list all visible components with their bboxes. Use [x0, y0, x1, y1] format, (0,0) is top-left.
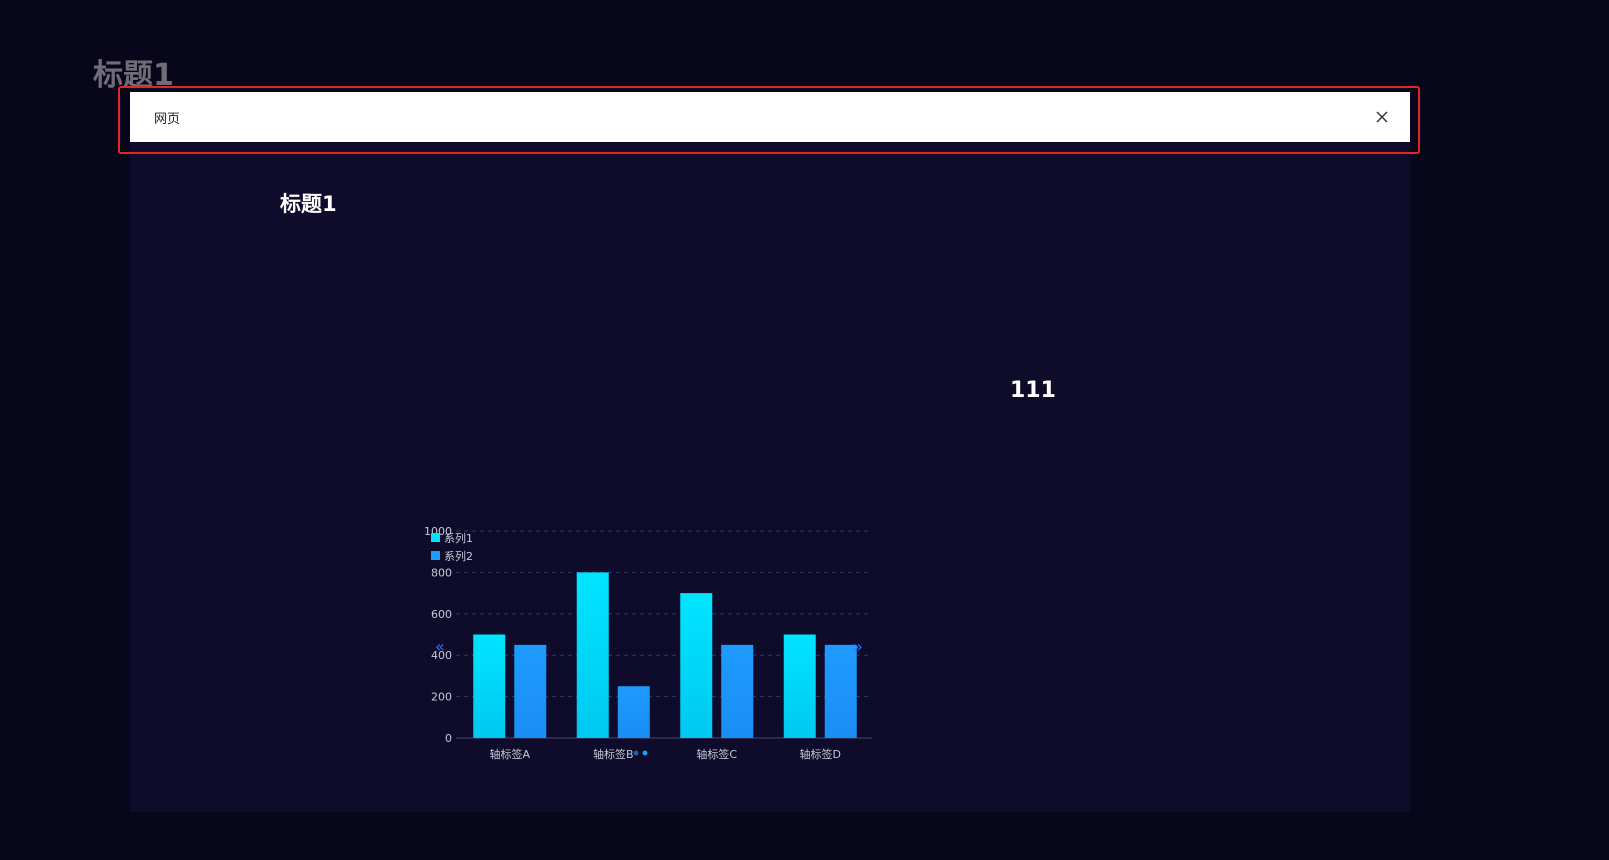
double-chevron-left-icon[interactable]: « [435, 637, 445, 656]
highlight-frame [118, 86, 1420, 154]
bar-2 [514, 644, 547, 738]
x-tick-label: 轴标签D [800, 747, 841, 761]
double-chevron-right-icon[interactable]: » [853, 637, 863, 656]
bar-1 [473, 634, 506, 738]
legend-label: 系列1 [444, 531, 473, 545]
x-tick-label: 轴标签A [489, 747, 530, 761]
pagination-dot [633, 750, 639, 756]
webpage-modal: 网页 标题1 111 0 200 400 600 800 1000 轴标签A 轴标签B 轴标签C… [130, 92, 1410, 812]
bar-2 [721, 644, 754, 738]
y-tick-label: 200 [431, 691, 452, 704]
legend-swatch [431, 533, 440, 542]
metric-value: 111 [1010, 378, 1056, 403]
bar-chart-svg: 02004006008001000轴标签A 轴标签B 轴标签C 轴标签D系列1系列2«… [424, 525, 872, 761]
dashboard-title: 标题1 [280, 192, 337, 216]
y-tick-label: 600 [431, 608, 452, 621]
x-tick-label: 轴标签C [696, 747, 737, 761]
pagination-dot-active [642, 750, 648, 756]
y-tick-label: 800 [431, 566, 452, 579]
bar-1 [680, 593, 713, 738]
bar-2 [824, 644, 857, 738]
bar-chart: 0 200 400 600 800 1000 轴标签A 轴标签B 轴标签C 轴标签D 系列1 系列2 «… [285, 509, 885, 769]
y-tick-label: 0 [445, 732, 452, 745]
bar-1 [576, 572, 609, 738]
legend-label: 系列2 [444, 549, 473, 563]
bar-1 [783, 634, 816, 738]
x-tick-label: 轴标签B [593, 747, 634, 761]
bar-2 [617, 686, 650, 738]
legend-swatch [431, 551, 440, 560]
